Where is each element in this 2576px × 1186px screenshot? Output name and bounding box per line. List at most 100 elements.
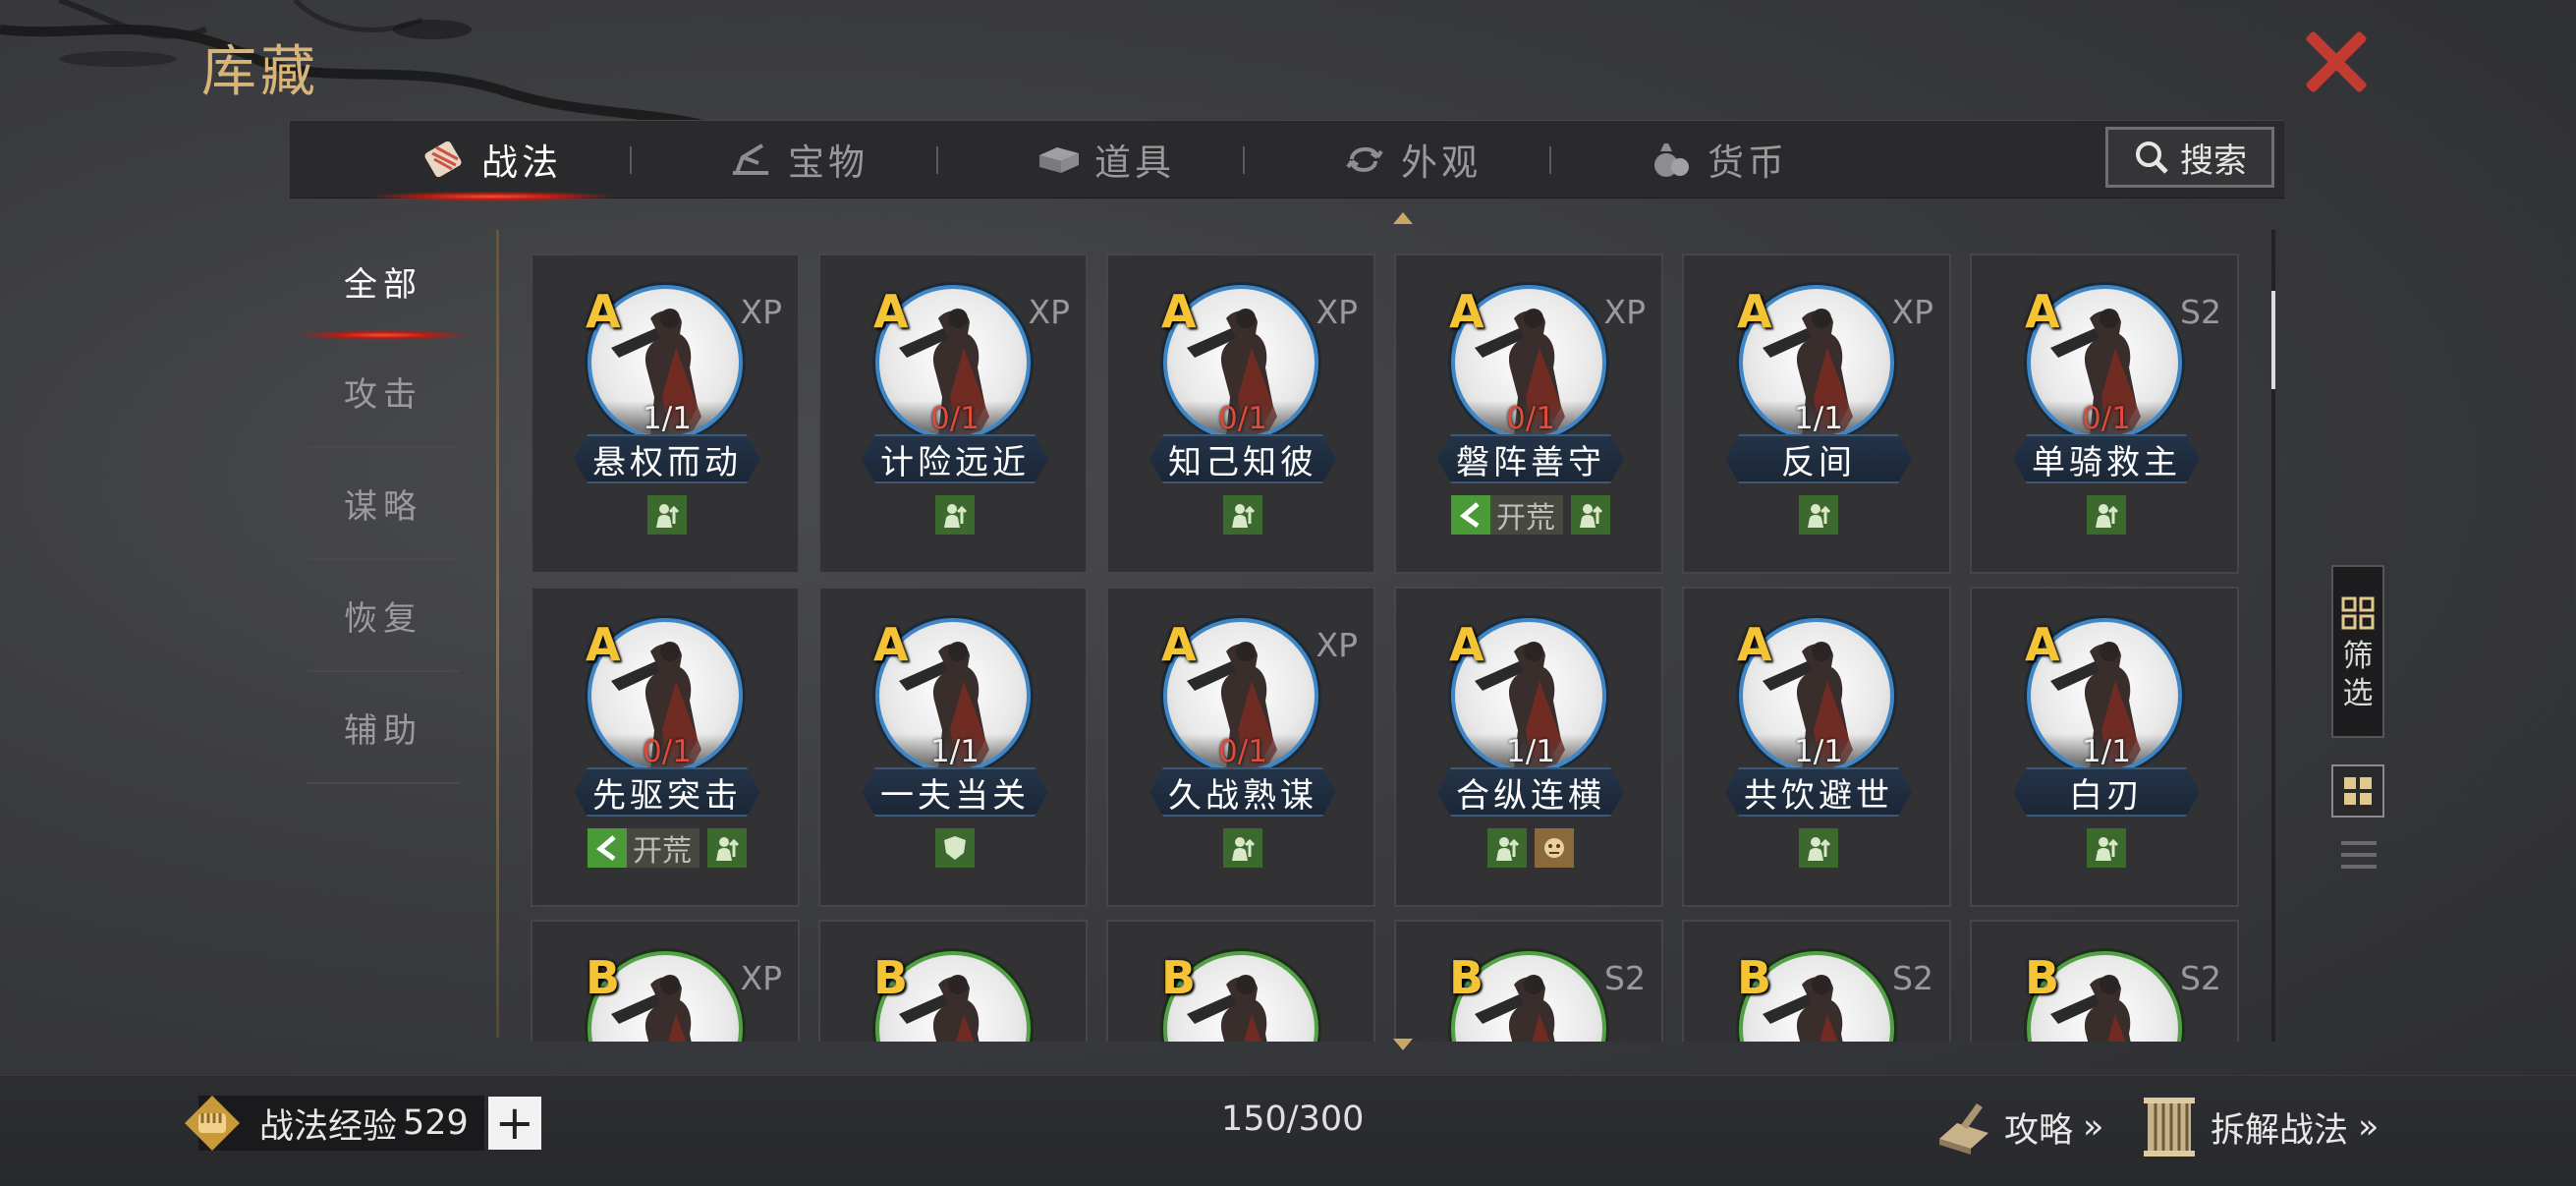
- troop-type-icon: [2087, 495, 2126, 535]
- tactic-rank: B: [1161, 951, 1197, 1004]
- tactic-count: 0/1: [643, 734, 692, 769]
- tactic-card[interactable]: A 1/1 白刃: [1970, 587, 2239, 907]
- tactic-card[interactable]: A XP 0/1 计险远近: [818, 254, 1088, 574]
- tactic-traits: [820, 495, 1090, 535]
- tactic-tag: XP: [740, 293, 782, 331]
- tactic-count: 0/1: [1506, 401, 1555, 436]
- tactic-tag: XP: [740, 959, 782, 997]
- tactic-card[interactable]: A XP 0/1 久战熟谋: [1106, 587, 1375, 907]
- tactic-tag: XP: [1891, 293, 1933, 331]
- strategy-more-glyph: »: [2083, 1107, 2104, 1147]
- tab-currency[interactable]: 货币: [1565, 121, 1872, 198]
- guide-book-icon: [1939, 1103, 1988, 1155]
- tactic-rank: B: [2025, 951, 2060, 1004]
- scrollbar-thumb[interactable]: [2271, 291, 2275, 389]
- strategy-guide-button[interactable]: 攻略 »: [1932, 1096, 2103, 1158]
- tab-divider: [936, 146, 938, 174]
- tactic-traits: [1972, 495, 2241, 535]
- tactic-rank: B: [873, 951, 909, 1004]
- dismantle-scroll-icon: [2144, 1098, 2195, 1157]
- exp-label: 战法经验: [259, 1106, 398, 1147]
- category-tabs: 战法 宝物 道具 外观 货币 搜索: [290, 120, 2284, 201]
- tactic-grid: A XP 1/1 悬权而动 A XP 0/1 计险远近 A XP 0/1 知己知彼 A XP 0/1 磐阵善守…: [531, 230, 2279, 1042]
- tactic-tag: S2: [1604, 959, 1646, 997]
- tactic-name: 合纵连横: [1437, 767, 1624, 817]
- page-title: 库藏: [201, 40, 319, 104]
- search-button[interactable]: 搜索: [2105, 127, 2274, 188]
- tactic-card[interactable]: B S2: [1970, 920, 2239, 1042]
- tab-label: 宝物: [788, 141, 868, 184]
- scroll-icon: [424, 141, 462, 178]
- troop-type-icon: [1799, 828, 1838, 868]
- tactic-card[interactable]: A XP 1/1 悬权而动: [531, 254, 800, 574]
- tactic-count: 0/1: [2082, 401, 2131, 436]
- tactic-card[interactable]: A XP 0/1 知己知彼: [1106, 254, 1375, 574]
- tactic-name: 知己知彼: [1149, 434, 1336, 483]
- exp-value: 529: [403, 1103, 469, 1143]
- tactic-name: 计险远近: [862, 434, 1048, 483]
- tactic-count: 0/1: [1218, 401, 1267, 436]
- tactic-name: 单骑救主: [2013, 434, 2200, 483]
- troop-type-icon: [1223, 828, 1262, 868]
- tactic-card[interactable]: A S2 0/1 单骑救主: [1970, 254, 2239, 574]
- type-sidebar: 全部 攻击 谋略 恢复 辅助: [300, 226, 467, 784]
- tactic-tag: S2: [2180, 293, 2221, 331]
- tactic-tag: S2: [2180, 959, 2221, 997]
- grid-view-toggle[interactable]: [2331, 764, 2384, 818]
- tactic-rank: A: [2025, 618, 2060, 671]
- beast-crest-icon: [1535, 828, 1574, 868]
- tab-divider: [1243, 146, 1245, 174]
- troop-type-icon: [1223, 495, 1262, 535]
- tactic-card[interactable]: B: [1106, 920, 1375, 1042]
- pioneer-icon: [1451, 495, 1490, 535]
- troop-type-icon: [1571, 495, 1610, 535]
- tactic-card[interactable]: A XP 0/1 磐阵善守 开荒: [1394, 254, 1663, 574]
- close-icon[interactable]: [2301, 28, 2370, 96]
- sidebar-item-all[interactable]: 全部: [300, 226, 467, 340]
- tactic-traits: [1684, 828, 1953, 868]
- sidebar-item-support[interactable]: 辅助: [308, 672, 459, 784]
- list-view-icon[interactable]: [2341, 837, 2377, 873]
- tactic-card[interactable]: A 1/1 一夫当关: [818, 587, 1088, 907]
- filter-button[interactable]: 筛选: [2331, 565, 2384, 738]
- filter-grid-icon: [2341, 596, 2375, 630]
- tactic-rank: A: [1161, 285, 1197, 338]
- tactic-card[interactable]: B S2: [1394, 920, 1663, 1042]
- tactic-rank: A: [1449, 618, 1484, 671]
- tactic-card[interactable]: B S2: [1682, 920, 1951, 1042]
- troop-type-icon: [707, 828, 747, 868]
- tab-treasure[interactable]: 宝物: [645, 121, 952, 198]
- tactic-card[interactable]: A 1/1 合纵连横: [1394, 587, 1663, 907]
- dismantle-more-glyph: »: [2358, 1107, 2380, 1147]
- tactic-card[interactable]: B XP: [531, 920, 800, 1042]
- tab-label: 外观: [1401, 141, 1482, 184]
- dismantle-tactic-button[interactable]: 拆解战法 »: [2138, 1096, 2379, 1158]
- pioneer-icon: [588, 828, 627, 868]
- sidebar-item-label: 恢复: [344, 598, 422, 639]
- tactic-name: 久战熟谋: [1149, 767, 1336, 817]
- tactic-rank: A: [1737, 618, 1772, 671]
- tactic-card[interactable]: B: [818, 920, 1088, 1042]
- tactic-rank: B: [1737, 951, 1772, 1004]
- tactic-traits: [1684, 495, 1953, 535]
- tactic-tag: XP: [1028, 293, 1070, 331]
- tactic-card[interactable]: A 1/1 共饮避世: [1682, 587, 1951, 907]
- tactic-rank: A: [586, 285, 621, 338]
- sidebar-item-attack[interactable]: 攻击: [308, 336, 459, 448]
- bottom-bar: 战法经验 529 + 150/300 攻略 » 拆解战法 »: [0, 1075, 2576, 1186]
- tab-tactics[interactable]: 战法: [339, 121, 645, 201]
- tactic-traits: [1108, 828, 1377, 868]
- tactic-count: 1/1: [1794, 401, 1843, 436]
- sidebar-item-strategy[interactable]: 谋略: [308, 448, 459, 560]
- pioneer-badge: 开荒: [1451, 495, 1563, 536]
- sidebar-item-recovery[interactable]: 恢复: [308, 560, 459, 672]
- tactic-rank: A: [1737, 285, 1772, 338]
- tab-items[interactable]: 道具: [952, 121, 1259, 198]
- tab-appearance[interactable]: 外观: [1259, 121, 1565, 198]
- tactic-card[interactable]: A 0/1 先驱突击 开荒: [531, 587, 800, 907]
- tactic-name: 共饮避世: [1725, 767, 1912, 817]
- troop-type-icon: [1487, 828, 1527, 868]
- tactic-card[interactable]: A XP 1/1 反间: [1682, 254, 1951, 574]
- add-exp-button[interactable]: +: [487, 1097, 541, 1150]
- filter-label: 筛选: [2342, 639, 2374, 711]
